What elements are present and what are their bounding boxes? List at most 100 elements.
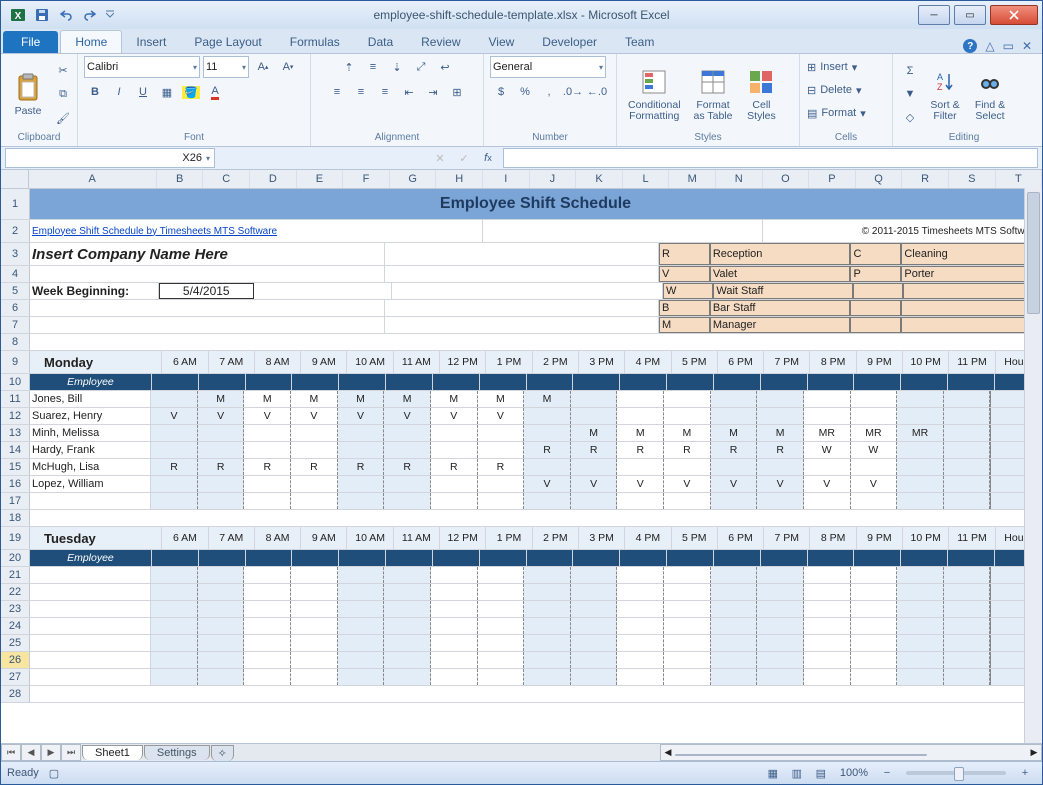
shift-cell[interactable] [897,635,944,651]
shift-cell[interactable] [478,652,525,668]
qat-customize-icon[interactable] [103,4,117,26]
shift-cell[interactable] [897,476,944,492]
shift-cell[interactable] [291,618,338,634]
format-cells-button[interactable]: ▤Format ▾ [806,102,886,124]
row-header[interactable]: 24 [1,618,30,634]
legend-value[interactable] [901,317,1042,333]
shift-cell[interactable] [851,618,898,634]
shift-cell[interactable] [384,493,431,509]
cell[interactable] [808,550,855,566]
shift-cell[interactable]: R [198,459,245,475]
employee-name[interactable]: McHugh, Lisa [30,459,151,475]
zoom-in-icon[interactable]: + [1014,762,1036,784]
excel-icon[interactable]: X [7,4,29,26]
shift-cell[interactable] [757,669,804,685]
zoom-out-icon[interactable]: − [876,762,898,784]
shift-cell[interactable] [897,459,944,475]
shift-cell[interactable] [711,635,758,651]
column-header[interactable]: T [996,170,1042,188]
shift-cell[interactable] [524,669,571,685]
shift-cell[interactable] [478,584,525,600]
prev-sheet-icon[interactable]: ◀ [21,744,41,761]
shift-cell[interactable] [478,669,525,685]
tab-home[interactable]: Home [60,30,122,53]
shift-cell[interactable] [291,493,338,509]
shift-cell[interactable] [198,442,245,458]
time-header[interactable]: 10 PM [903,527,949,549]
shift-cell[interactable] [338,567,385,583]
shift-cell[interactable] [524,459,571,475]
shift-cell[interactable] [944,584,991,600]
cell[interactable] [30,317,385,333]
cancel-formula-icon[interactable]: ✕ [429,147,451,169]
shift-cell[interactable] [151,391,198,407]
shift-cell[interactable]: V [851,476,898,492]
shift-cell[interactable] [478,618,525,634]
shift-cell[interactable] [151,669,198,685]
shift-cell[interactable] [757,391,804,407]
shift-cell[interactable] [757,618,804,634]
shift-cell[interactable] [944,425,991,441]
shift-cell[interactable] [338,493,385,509]
shift-cell[interactable] [151,425,198,441]
shift-cell[interactable]: M [524,391,571,407]
legend-key[interactable]: V [659,266,710,282]
cell[interactable] [667,550,714,566]
tab-insert[interactable]: Insert [122,31,180,53]
employee-name[interactable] [30,601,151,617]
vertical-scrollbar[interactable] [1024,188,1042,743]
cell[interactable] [761,550,808,566]
shift-cell[interactable] [431,425,478,441]
row-header[interactable]: 10 [1,374,30,390]
shift-cell[interactable]: R [664,442,711,458]
shift-cell[interactable] [664,567,711,583]
column-header[interactable]: M [669,170,716,188]
column-header[interactable]: P [809,170,856,188]
row-header[interactable]: 20 [1,550,30,566]
align-bottom-icon[interactable]: ⇣ [386,56,408,78]
shift-cell[interactable] [664,493,711,509]
shift-cell[interactable] [524,652,571,668]
row-header[interactable]: 22 [1,584,30,600]
shift-cell[interactable] [431,635,478,651]
currency-icon[interactable]: $ [490,81,512,103]
insert-cells-button[interactable]: ⊞Insert ▾ [806,56,886,78]
employee-name[interactable]: Hardy, Frank [30,442,151,458]
shift-cell[interactable] [431,476,478,492]
shift-cell[interactable] [851,567,898,583]
page-break-view-icon[interactable]: ▤ [810,762,832,784]
shift-cell[interactable] [524,584,571,600]
shift-cell[interactable]: V [617,476,664,492]
shift-cell[interactable] [944,618,991,634]
save-icon[interactable] [31,4,53,26]
shift-cell[interactable] [897,584,944,600]
shift-cell[interactable] [757,652,804,668]
copyright[interactable]: © 2011-2015 Timesheets MTS Software [763,220,1043,242]
shift-cell[interactable]: MR [851,425,898,441]
shift-cell[interactable]: V [757,476,804,492]
shift-cell[interactable] [338,584,385,600]
decrease-indent-icon[interactable]: ⇤ [398,81,420,103]
company-name[interactable]: Insert Company Name Here [30,243,385,265]
cell[interactable] [30,334,1042,350]
cell[interactable] [527,374,574,390]
shift-cell[interactable] [244,669,291,685]
cell[interactable] [385,300,659,316]
shift-cell[interactable] [804,567,851,583]
merge-icon[interactable]: ⊞ [446,81,468,103]
tab-team[interactable]: Team [611,31,668,53]
shift-cell[interactable] [151,584,198,600]
legend-key[interactable] [850,317,901,333]
shift-cell[interactable] [478,635,525,651]
shift-cell[interactable] [431,601,478,617]
shift-cell[interactable]: M [198,391,245,407]
shift-cell[interactable] [291,425,338,441]
shift-cell[interactable] [384,669,431,685]
increase-decimal-icon[interactable]: .0→ [562,81,584,103]
shift-cell[interactable] [338,652,385,668]
shift-cell[interactable]: M [291,391,338,407]
time-header[interactable]: 12 PM [440,351,486,373]
shift-cell[interactable] [524,635,571,651]
shift-cell[interactable]: V [478,408,525,424]
minimize-ribbon-icon[interactable]: △ [985,39,994,53]
